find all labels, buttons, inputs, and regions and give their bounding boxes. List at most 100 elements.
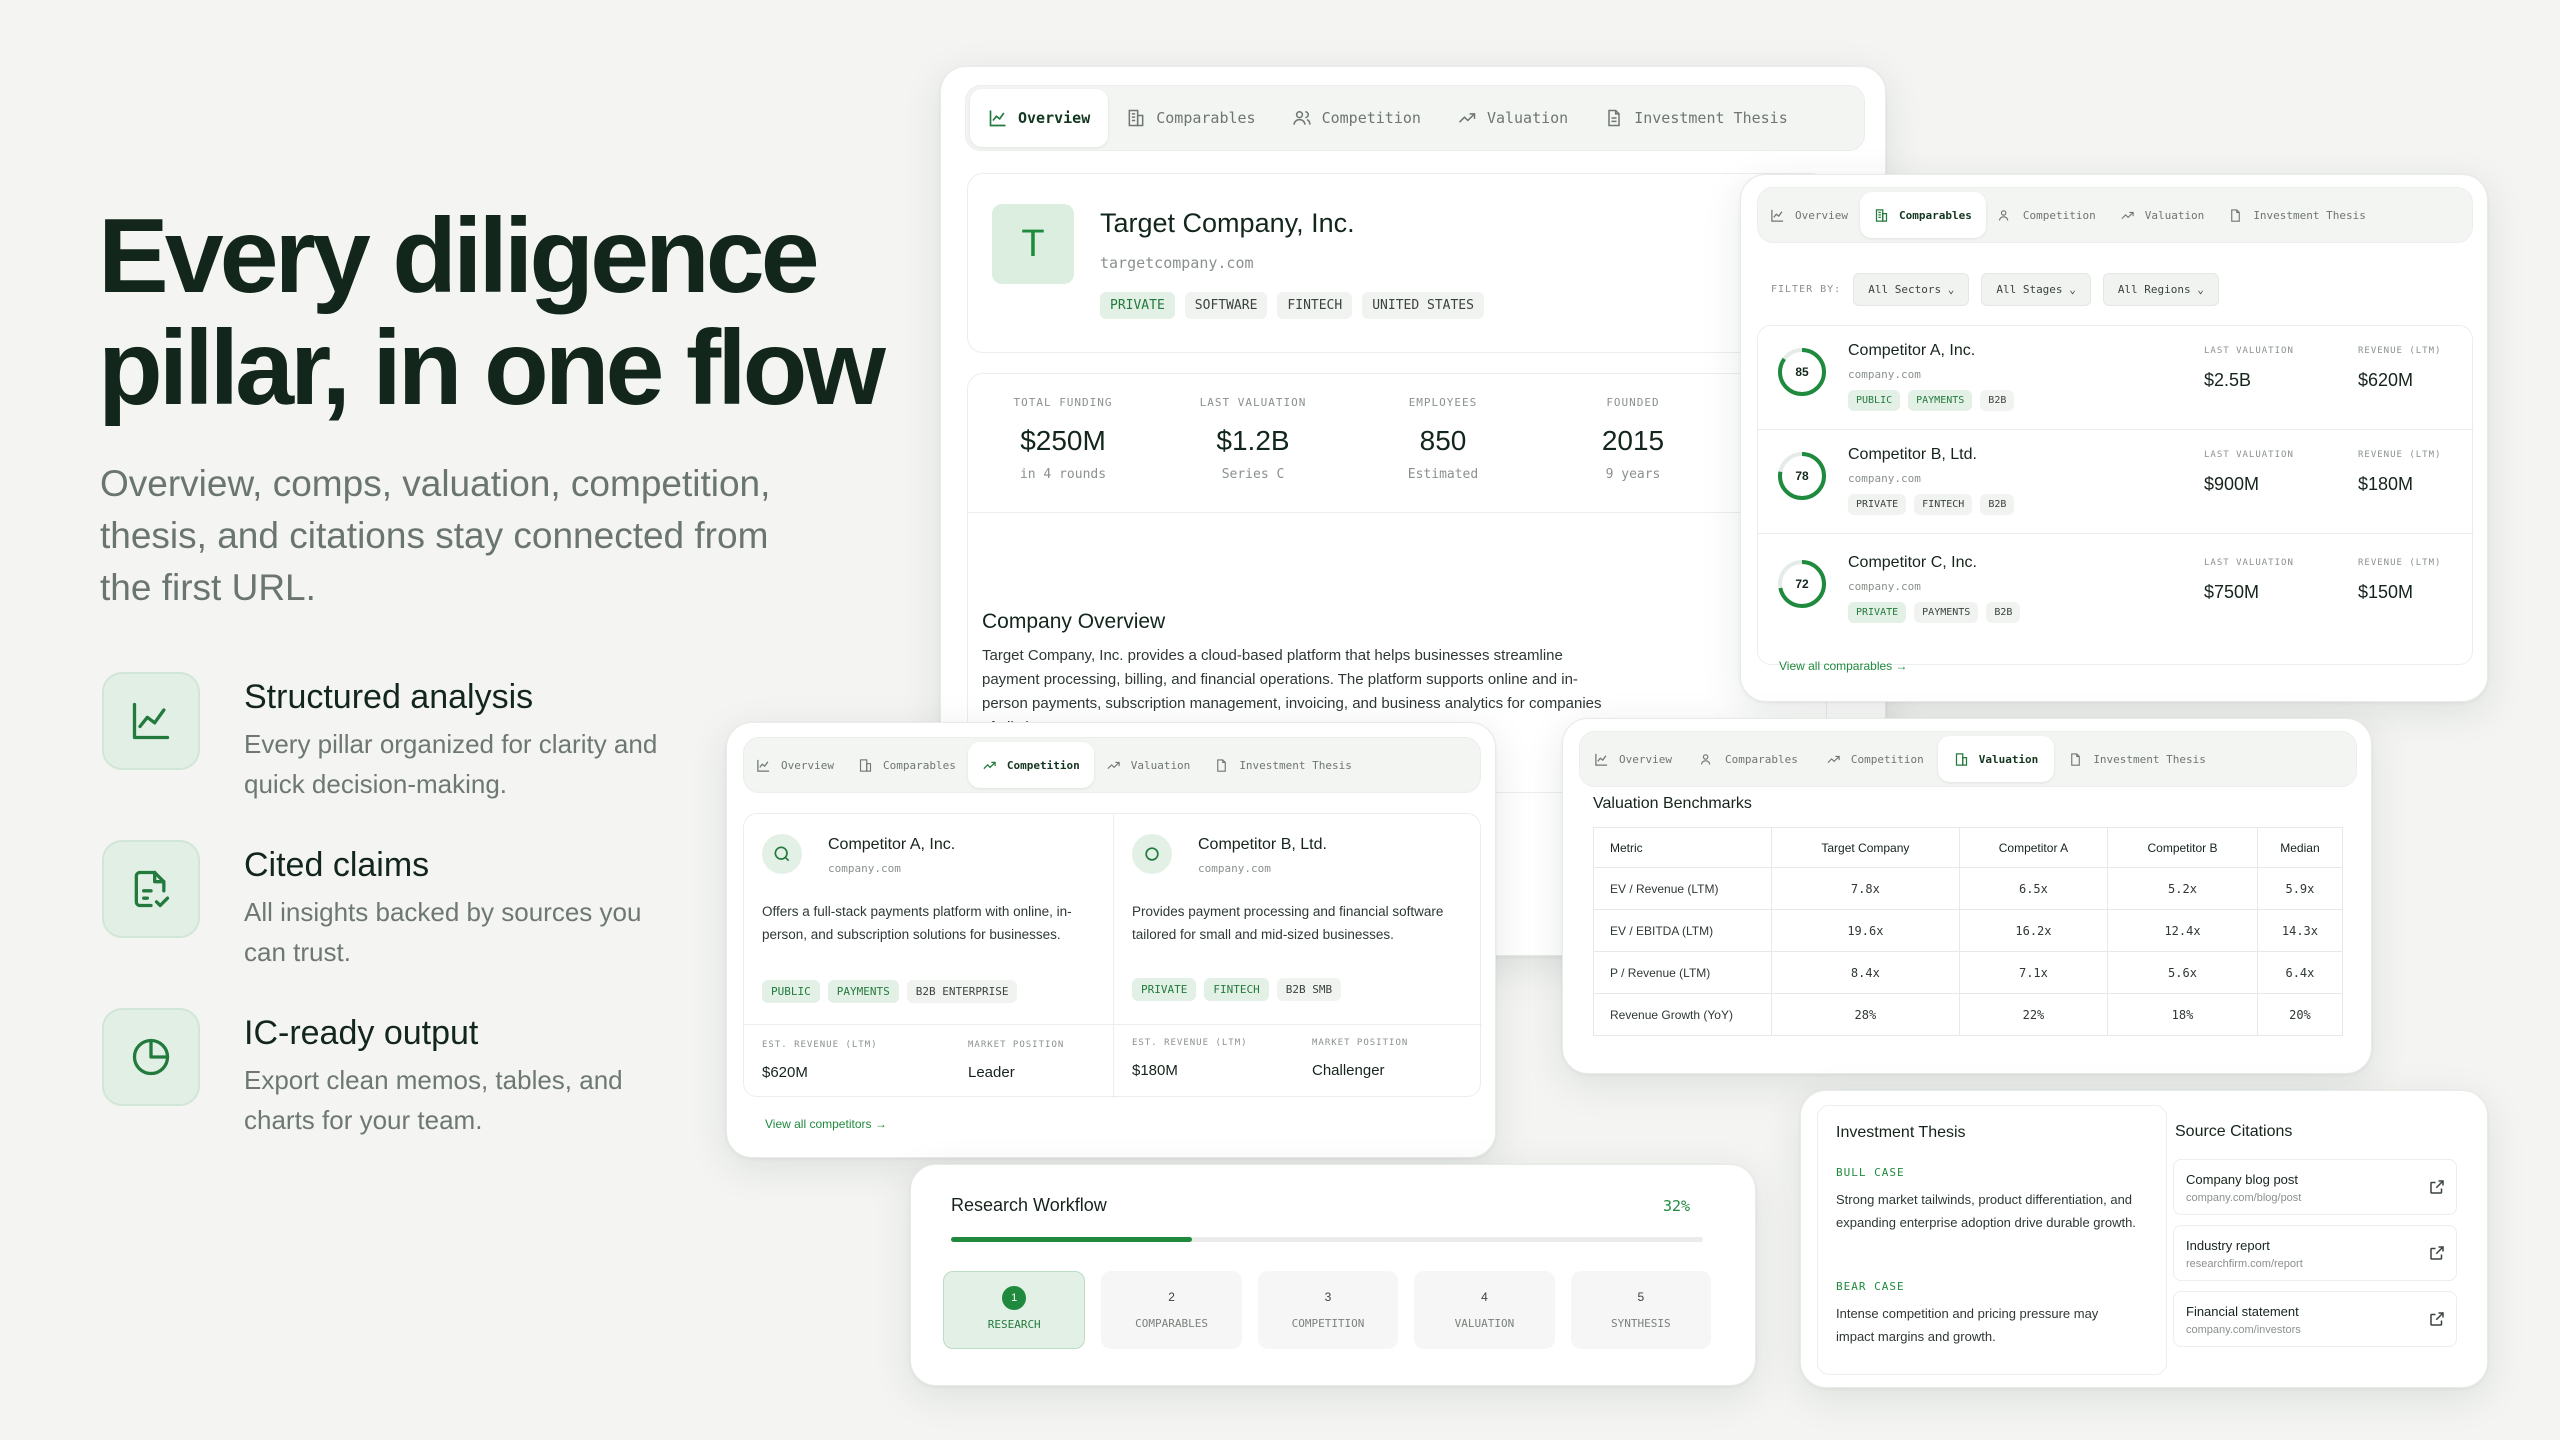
citation-item[interactable]: Financial statement company.com/investor… bbox=[2173, 1291, 2457, 1347]
feature-structured-analysis: Structured analysis Every pillar organiz… bbox=[100, 672, 660, 799]
building-icon bbox=[1128, 109, 1144, 127]
table-row: EV / Revenue (LTM) 7.8x 6.5x 5.2x 5.9x bbox=[1593, 867, 2344, 910]
search-icon bbox=[762, 834, 802, 874]
revenue-label: REVENUE (LTM) bbox=[2358, 346, 2442, 356]
citation-item[interactable]: Company blog post company.com/blog/post bbox=[2173, 1159, 2457, 1215]
step-number: 3 bbox=[1324, 1290, 1332, 1304]
comparable-row[interactable]: 72 Competitor C, Inc. company.com PRIVAT… bbox=[1758, 534, 2474, 638]
chevron-down-icon: ⌄ bbox=[1947, 283, 1955, 296]
revenue-label: REVENUE (LTM) bbox=[2358, 558, 2442, 568]
hero-title: Every diligence pillar, in one flow bbox=[98, 200, 898, 424]
tab-comparables[interactable]: Comparables bbox=[1686, 732, 1812, 786]
building-icon bbox=[1875, 208, 1888, 222]
line-chart-icon bbox=[757, 759, 770, 772]
tab-investment-thesis[interactable]: Investment Thesis bbox=[1586, 86, 1806, 150]
valuation-label: LAST VALUATION bbox=[2204, 558, 2294, 568]
document-check-icon bbox=[102, 840, 200, 938]
tab-valuation[interactable]: Valuation bbox=[1937, 736, 2055, 782]
comparable-valuation: $900M bbox=[2204, 474, 2260, 494]
valuation-title: Valuation Benchmarks bbox=[1593, 795, 1752, 812]
score-ring: 85 bbox=[1778, 348, 1826, 396]
feature-ic-ready-output: IC-ready output Export clean memos, tabl… bbox=[100, 1008, 660, 1135]
tab-competition[interactable]: Competition bbox=[1812, 732, 1938, 786]
filter-stages[interactable]: All Stages ⌄ bbox=[1981, 273, 2091, 306]
thesis-citations-card: Investment Thesis BULL CASE Strong marke… bbox=[1800, 1090, 2488, 1388]
comparable-name: Competitor C, Inc. bbox=[1848, 554, 1977, 571]
comparables-tabbar: Overview Comparables Competition Valuati… bbox=[1757, 187, 2473, 243]
tab-competition[interactable]: Competition bbox=[1986, 188, 2108, 242]
external-link-icon[interactable] bbox=[2428, 1244, 2446, 1262]
comparables-card: Overview Comparables Competition Valuati… bbox=[1740, 174, 2488, 702]
view-all-comparables-link[interactable]: View all comparables → bbox=[1779, 659, 1908, 673]
line-chart-icon bbox=[1595, 753, 1608, 766]
trending-up-icon bbox=[1827, 755, 1840, 763]
comparable-domain: company.com bbox=[1848, 472, 1921, 485]
progress-track bbox=[951, 1237, 1703, 1242]
filter-bar: FILTER BY: All Sectors ⌄ All Stages ⌄ Al… bbox=[1771, 273, 2219, 306]
workflow-step-synthesis[interactable]: 5 SYNTHESIS bbox=[1570, 1271, 1712, 1349]
column-header: Competitor B bbox=[2107, 827, 2258, 868]
competitor-card[interactable]: Competitor A, Inc. company.com Offers a … bbox=[744, 814, 1114, 1098]
tab-overview[interactable]: Overview bbox=[970, 89, 1109, 147]
valuation-label: LAST VALUATION bbox=[2204, 450, 2294, 460]
tab-overview[interactable]: Overview bbox=[1758, 188, 1860, 242]
tab-valuation[interactable]: Valuation bbox=[1094, 738, 1203, 792]
citation-item[interactable]: Industry report researchfirm.com/report bbox=[2173, 1225, 2457, 1281]
line-chart-icon bbox=[1771, 209, 1784, 222]
building-icon bbox=[1955, 752, 1967, 766]
competitor-name: Competitor B, Ltd. bbox=[1198, 836, 1327, 853]
filter-sectors[interactable]: All Sectors ⌄ bbox=[1853, 273, 1970, 306]
tab-overview[interactable]: Overview bbox=[1580, 732, 1686, 786]
step-number: 1 bbox=[1002, 1286, 1027, 1310]
workflow-step-research[interactable]: 1 RESEARCH bbox=[943, 1271, 1086, 1349]
stats-row: TOTAL FUNDING $250M in 4 rounds LAST VAL… bbox=[968, 374, 1728, 512]
trending-up-icon bbox=[1458, 113, 1476, 123]
document-icon bbox=[2071, 752, 2081, 766]
tab-competition[interactable]: Competition bbox=[1274, 86, 1439, 150]
comparable-row[interactable]: 85 Competitor A, Inc. company.com PUBLIC… bbox=[1758, 326, 2474, 430]
chevron-down-icon: ⌄ bbox=[2069, 283, 2076, 296]
workflow-step-valuation[interactable]: 4 VALUATION bbox=[1414, 1271, 1555, 1349]
tab-valuation[interactable]: Valuation bbox=[1439, 86, 1586, 150]
comparable-name: Competitor B, Ltd. bbox=[1848, 446, 1977, 463]
tab-comparables[interactable]: Comparables bbox=[846, 738, 968, 792]
competitor-card[interactable]: Competitor B, Ltd. company.com Provides … bbox=[1114, 814, 1482, 1098]
score-ring: 72 bbox=[1778, 560, 1826, 608]
thesis-title: Investment Thesis bbox=[1836, 1124, 1966, 1141]
stat-founded: FOUNDED 2015 9 years bbox=[1601, 396, 1665, 482]
document-icon bbox=[1217, 758, 1227, 772]
stat-employees: EMPLOYEES 850 Estimated bbox=[1407, 396, 1479, 482]
step-number: 4 bbox=[1481, 1290, 1488, 1304]
competition-card: Overview Comparables Competition Valuati… bbox=[726, 722, 1496, 1158]
feature-cited-claims: Cited claims All insights backed by sour… bbox=[100, 840, 660, 967]
tab-competition[interactable]: Competition bbox=[967, 742, 1094, 788]
view-all-competitors-link[interactable]: View all competitors → bbox=[765, 1117, 887, 1131]
tab-comparables[interactable]: Comparables bbox=[1108, 86, 1273, 150]
bear-case-label: BEAR CASE bbox=[1836, 1280, 1905, 1293]
tag-software: SOFTWARE bbox=[1184, 292, 1268, 319]
hero-title-line1: Every diligence bbox=[98, 197, 820, 315]
valuation-tabbar: Overview Comparables Competition Valuati… bbox=[1579, 731, 2357, 787]
external-link-icon[interactable] bbox=[2428, 1310, 2446, 1328]
trending-up-icon bbox=[1107, 761, 1120, 769]
workflow-step-competition[interactable]: 3 COMPETITION bbox=[1257, 1271, 1399, 1349]
tab-valuation[interactable]: Valuation bbox=[2108, 188, 2217, 242]
filter-regions[interactable]: All Regions ⌄ bbox=[2102, 273, 2219, 306]
external-link-icon[interactable] bbox=[2428, 1178, 2446, 1196]
svg-text:78: 78 bbox=[1795, 469, 1809, 483]
tab-investment-thesis[interactable]: Investment Thesis bbox=[2054, 732, 2220, 786]
step-label: RESEARCH bbox=[987, 1318, 1041, 1331]
tab-comparables[interactable]: Comparables bbox=[1859, 192, 1986, 238]
feature-title: Structured analysis bbox=[244, 678, 534, 716]
company-header: T Target Company, Inc. targetcompany.com… bbox=[967, 173, 1827, 353]
feature-title: IC-ready output bbox=[244, 1014, 479, 1052]
tab-investment-thesis[interactable]: Investment Thesis bbox=[1202, 738, 1364, 792]
tab-overview[interactable]: Overview bbox=[744, 738, 846, 792]
comparable-tags: PRIVATE PAYMENTS B2B bbox=[1848, 602, 2021, 623]
chevron-down-icon: ⌄ bbox=[2197, 283, 2204, 296]
tab-investment-thesis[interactable]: Investment Thesis bbox=[2216, 188, 2378, 242]
stat-last-valuation: LAST VALUATION $1.2B Series C bbox=[1199, 396, 1307, 482]
comparable-row[interactable]: 78 Competitor B, Ltd. company.com PRIVAT… bbox=[1758, 430, 2474, 534]
comparable-domain: company.com bbox=[1848, 580, 1921, 593]
workflow-step-comparables[interactable]: 2 COMPARABLES bbox=[1101, 1271, 1242, 1349]
